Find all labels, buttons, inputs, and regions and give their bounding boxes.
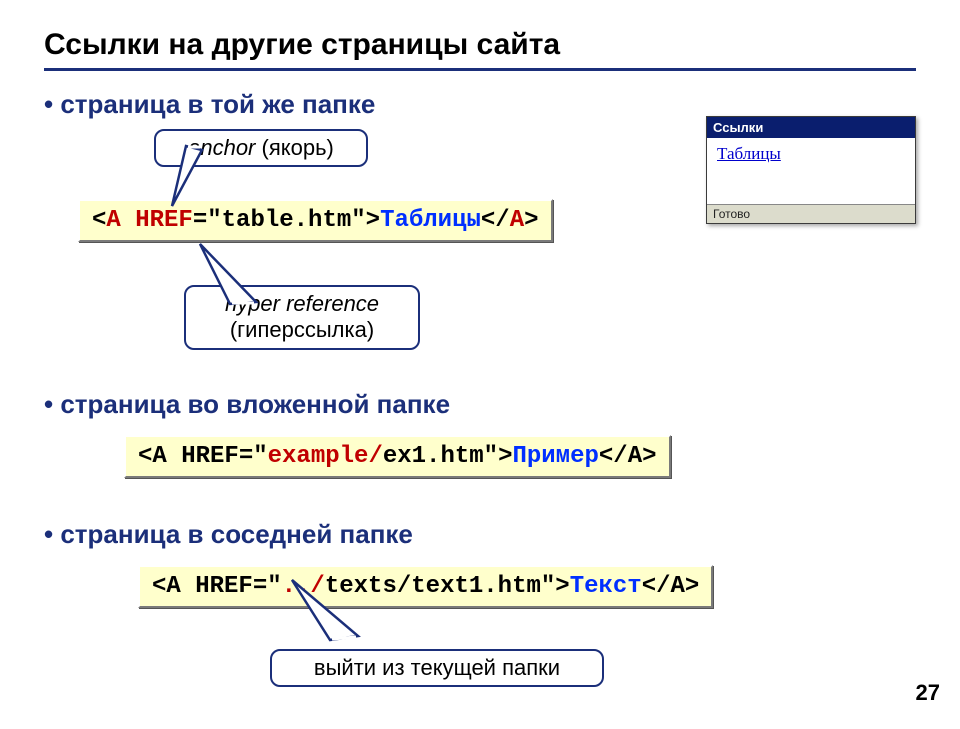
code-token-a: A <box>106 207 120 234</box>
callout-anchor-trans: (якорь) <box>255 135 333 160</box>
code-token-a: A <box>510 207 524 234</box>
preview-window-body: Таблицы <box>707 138 915 204</box>
code-token: </A> <box>599 443 657 470</box>
code-token-linktext: Таблицы <box>380 207 481 234</box>
callout-href: hyper reference (гиперссылка) <box>184 285 420 350</box>
code-token <box>121 207 135 234</box>
code-token-href: HREF <box>135 207 193 234</box>
preview-window: Ссылки Таблицы Готово <box>706 116 916 224</box>
page-title: Ссылки на другие страницы сайта <box>44 28 916 62</box>
code-same-folder: <A HREF="table.htm">Таблицы</A> <box>78 199 553 242</box>
callout-anchor-term: anchor <box>188 135 255 160</box>
callout-up-text: выйти из текущей папки <box>314 655 560 680</box>
section-sibling-folder: страница в соседней папке <A HREF="../te… <box>44 519 916 729</box>
callout-up: выйти из текущей папки <box>270 649 604 687</box>
slide: Ссылки на другие страницы сайта страница… <box>0 0 960 720</box>
code-token: </ <box>481 207 510 234</box>
callout-href-trans: (гиперссылка) <box>230 317 374 342</box>
code-token: ex1.htm"> <box>383 443 513 470</box>
code-token: </A> <box>642 573 700 600</box>
bullet-nested-folder: страница во вложенной папке <box>44 389 916 420</box>
code-token: < <box>92 207 106 234</box>
preview-link[interactable]: Таблицы <box>717 144 781 163</box>
callout-href-term: hyper reference <box>225 291 379 316</box>
code-token-up: ../ <box>282 573 325 600</box>
code-token-linktext: Пример <box>512 443 598 470</box>
page-number: 27 <box>916 680 940 706</box>
code-token: ="table.htm"> <box>193 207 380 234</box>
code-sibling-folder: <A HREF="../texts/text1.htm">Текст</A> <box>138 565 713 608</box>
code-token-dir: example/ <box>268 443 383 470</box>
callout-anchor: anchor (якорь) <box>154 129 368 167</box>
code-nested-folder: <A HREF="example/ex1.htm">Пример</A> <box>124 435 671 478</box>
preview-window-status: Готово <box>707 204 915 223</box>
preview-window-title: Ссылки <box>707 117 915 138</box>
bullet-sibling-folder: страница в соседней папке <box>44 519 916 550</box>
code-token: > <box>524 207 538 234</box>
code-token: <A HREF=" <box>138 443 268 470</box>
code-token: texts/text1.htm"> <box>325 573 570 600</box>
code-token: <A HREF=" <box>152 573 282 600</box>
title-divider <box>44 68 916 71</box>
section-nested-folder: страница во вложенной папке <A HREF="exa… <box>44 389 916 509</box>
code-token-linktext: Текст <box>570 573 642 600</box>
